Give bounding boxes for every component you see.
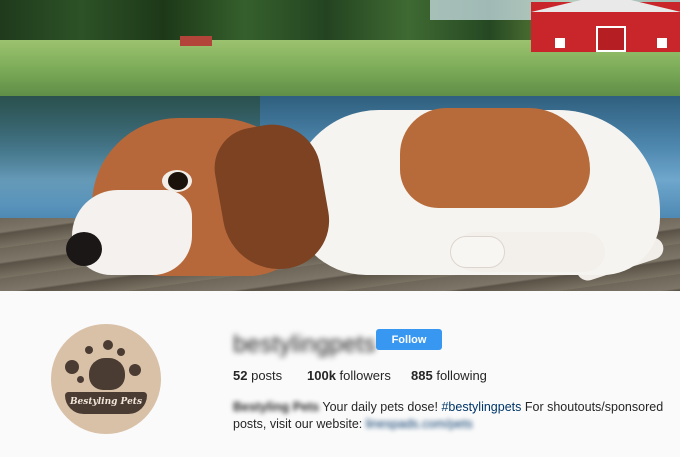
followers-count: 100k	[307, 368, 336, 383]
following-stat[interactable]: 885 following	[411, 368, 487, 383]
barn-door	[596, 26, 626, 52]
dog-pupil	[168, 172, 188, 190]
barn-window	[657, 38, 667, 48]
bio-text: visit our website:	[269, 417, 363, 431]
avatar-brand-text: Bestyling Pets	[69, 397, 143, 407]
followers-stat[interactable]: 100k followers	[307, 368, 391, 383]
dog-logo-icon	[89, 358, 125, 390]
username: bestylingpets	[233, 331, 376, 358]
follow-button[interactable]: Follow	[376, 329, 442, 350]
cover-photo	[0, 0, 680, 291]
following-label: following	[436, 368, 487, 383]
bubble-icon	[117, 348, 125, 356]
bubble-icon	[129, 364, 141, 376]
profile-page: Bestyling Pets bestylingpets Follow 52 p…	[0, 0, 680, 457]
bio: Bestyling Pets Your daily pets dose! #be…	[233, 399, 673, 433]
avatar[interactable]: Bestyling Pets	[51, 324, 161, 434]
followers-label: followers	[339, 368, 391, 383]
bio-text: Your daily pets dose!	[322, 400, 438, 414]
dog-nose	[66, 232, 102, 266]
shed	[180, 36, 212, 46]
following-count: 885	[411, 368, 433, 383]
posts-count: 52	[233, 368, 248, 383]
bio-name: Bestyling Pets	[233, 400, 320, 414]
bubble-icon	[85, 346, 93, 354]
dog-paw	[450, 236, 505, 268]
dog-brown-patch	[400, 108, 590, 208]
bio-hashtag-link[interactable]: #bestylingpets	[441, 400, 521, 414]
bio-website-link[interactable]: linespads.com/pets	[366, 417, 473, 431]
barn-window	[555, 38, 565, 48]
barn-roof	[531, 0, 680, 12]
bubble-icon	[77, 376, 84, 383]
bubble-icon	[103, 340, 113, 350]
bubble-icon	[65, 360, 79, 374]
posts-stat[interactable]: 52 posts	[233, 368, 282, 383]
profile-header: Bestyling Pets bestylingpets Follow 52 p…	[0, 291, 680, 457]
posts-label: posts	[251, 368, 283, 383]
